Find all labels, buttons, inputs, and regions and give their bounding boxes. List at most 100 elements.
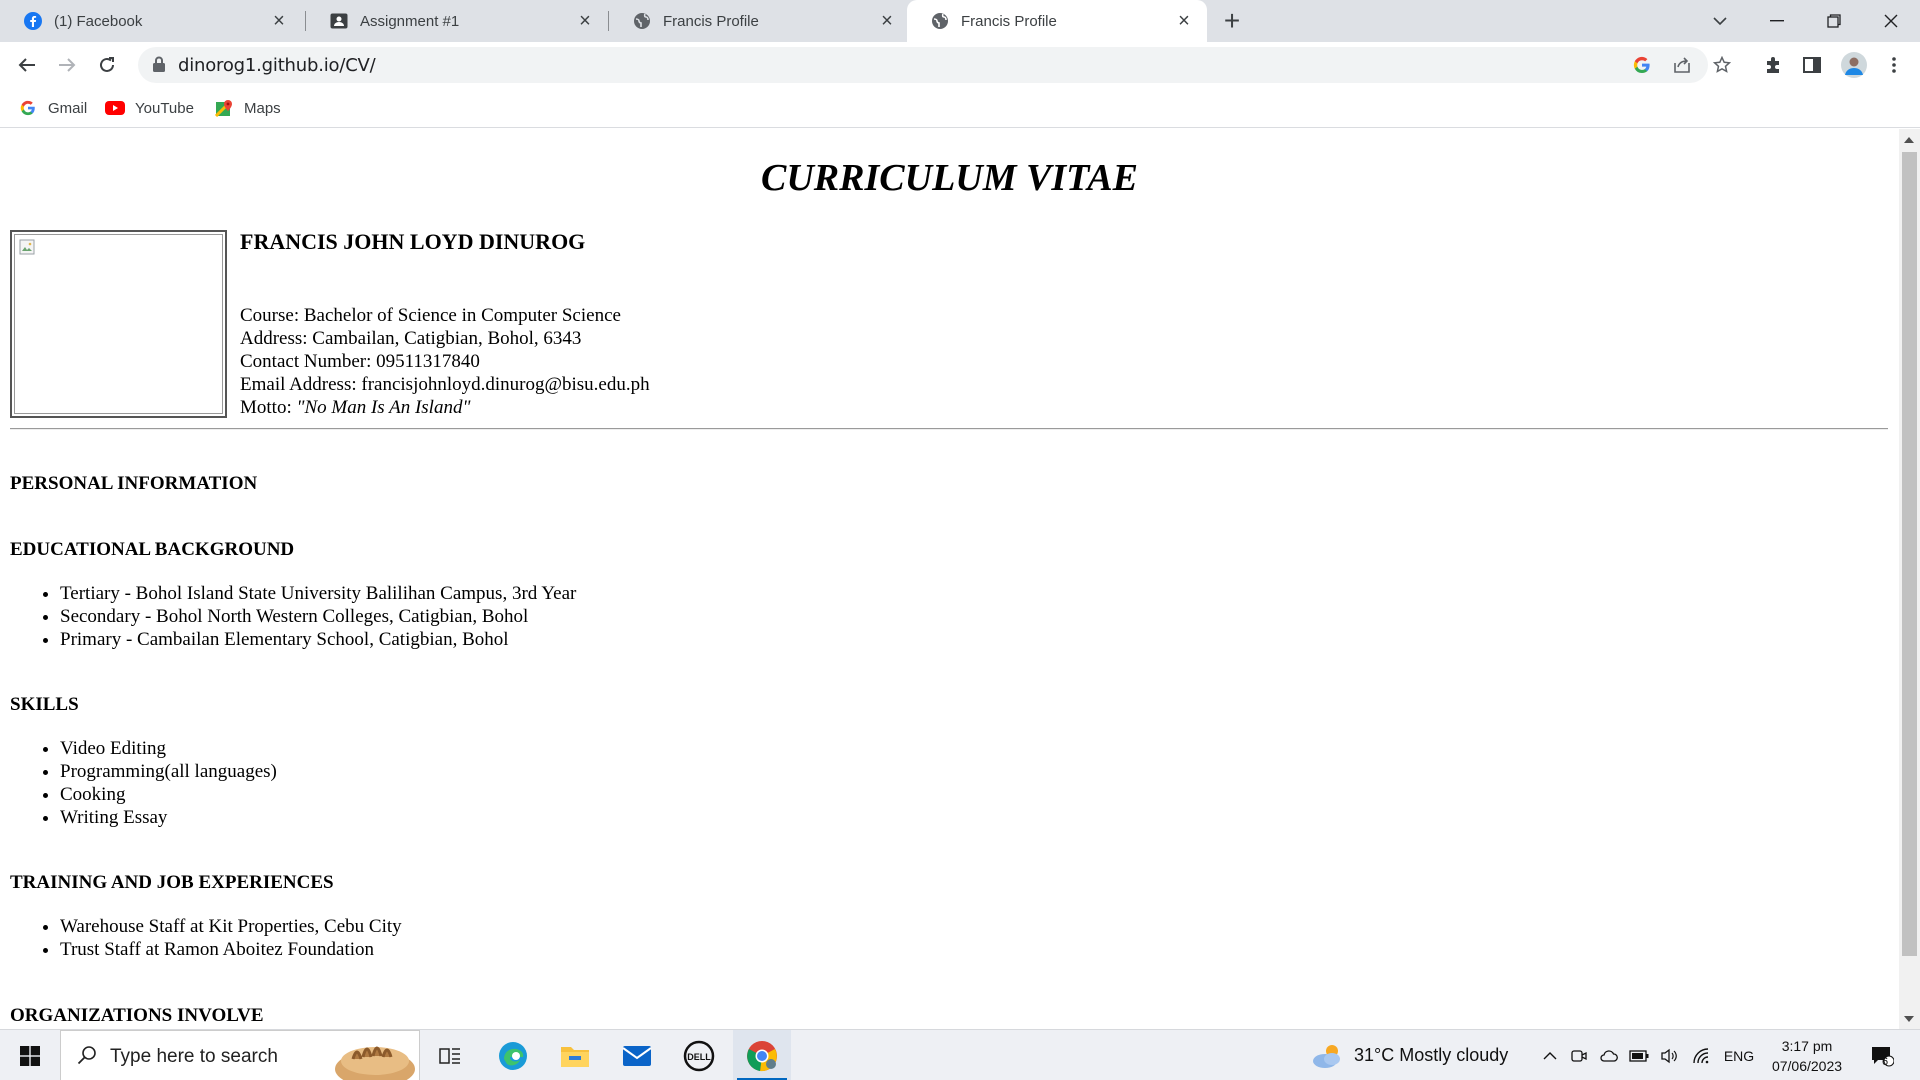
mail-icon bbox=[622, 1045, 652, 1066]
meet-now-tray[interactable] bbox=[1566, 1030, 1592, 1080]
onedrive-tray[interactable] bbox=[1596, 1030, 1622, 1080]
start-button[interactable] bbox=[0, 1030, 60, 1080]
address-bar[interactable]: dinorog1.github.io/CV/ bbox=[138, 47, 1731, 83]
windows-taskbar: Type here to search DELL 31°C Mostly clo… bbox=[0, 1029, 1920, 1080]
back-arrow-icon bbox=[18, 58, 35, 72]
minimize-button[interactable] bbox=[1748, 0, 1805, 42]
bookmark-gmail[interactable]: Gmail bbox=[18, 97, 87, 119]
page-scrollbar[interactable] bbox=[1899, 129, 1920, 1029]
share-icon[interactable] bbox=[1672, 55, 1692, 75]
cloud-sync-icon bbox=[1600, 1049, 1618, 1062]
clock[interactable]: 3:17 pm 07/06/2023 bbox=[1762, 1036, 1852, 1076]
chrome-icon bbox=[747, 1040, 777, 1071]
scrollbar-thumb[interactable] bbox=[1902, 152, 1917, 956]
tab-francis-profile-active[interactable]: Francis Profile × bbox=[907, 0, 1207, 42]
section-training: TRAINING AND JOB EXPERIENCES bbox=[10, 872, 334, 893]
facebook-icon bbox=[24, 12, 42, 30]
profile-photo-frame bbox=[10, 230, 227, 418]
lock-icon[interactable] bbox=[152, 56, 166, 78]
list-item: Primary - Cambailan Elementary School, C… bbox=[60, 628, 576, 651]
language-indicator[interactable]: ENG bbox=[1720, 1030, 1758, 1080]
restore-icon bbox=[1826, 14, 1841, 28]
chevron-up-icon bbox=[1543, 1051, 1557, 1059]
task-view-icon bbox=[439, 1047, 460, 1064]
close-tab-icon[interactable]: × bbox=[270, 11, 288, 31]
google-icon bbox=[18, 100, 38, 116]
scroll-down-arrow-icon[interactable] bbox=[1904, 1016, 1914, 1022]
list-item: Secondary - Bohol North Western Colleges… bbox=[60, 605, 576, 628]
back-button[interactable] bbox=[13, 51, 41, 79]
globe-icon bbox=[633, 12, 651, 30]
notification-center-button[interactable]: 6 bbox=[1864, 1030, 1900, 1080]
list-item: Writing Essay bbox=[60, 806, 277, 829]
taskbar-app-file-explorer[interactable] bbox=[546, 1030, 604, 1080]
close-tab-icon[interactable]: × bbox=[576, 11, 594, 31]
profile-photo bbox=[14, 234, 223, 414]
battery-tray[interactable] bbox=[1626, 1030, 1652, 1080]
speaker-icon bbox=[1661, 1048, 1677, 1063]
list-item: Warehouse Staff at Kit Properties, Cebu … bbox=[60, 915, 402, 938]
notification-count: 6 bbox=[1882, 1056, 1889, 1068]
list-item: Cooking bbox=[60, 783, 277, 806]
tab-search-button[interactable] bbox=[1691, 0, 1748, 42]
google-translate-icon[interactable] bbox=[1632, 55, 1652, 75]
forward-button[interactable] bbox=[53, 51, 81, 79]
extensions-icon[interactable] bbox=[1761, 53, 1785, 77]
divider bbox=[10, 428, 1888, 430]
maps-icon bbox=[214, 100, 234, 117]
dell-icon: DELL bbox=[683, 1040, 715, 1071]
section-educational-background: EDUCATIONAL BACKGROUND bbox=[10, 539, 295, 560]
full-name: FRANCIS JOHN LOYD DINUROG bbox=[240, 229, 586, 254]
motto-label: Motto: bbox=[240, 397, 297, 418]
taskbar-app-dell[interactable]: DELL bbox=[670, 1030, 728, 1080]
section-organizations: ORGANIZATIONS INVOLVE bbox=[10, 1005, 264, 1026]
reload-button[interactable] bbox=[93, 51, 121, 79]
taskbar-app-chrome[interactable] bbox=[733, 1030, 791, 1080]
close-tab-icon[interactable]: × bbox=[1175, 11, 1193, 31]
tab-title: (1) Facebook bbox=[54, 12, 143, 30]
task-view-button[interactable] bbox=[421, 1030, 479, 1080]
taskbar-app-mail[interactable] bbox=[608, 1030, 666, 1080]
bookmark-label: YouTube bbox=[135, 99, 194, 117]
broken-image-icon bbox=[19, 239, 35, 255]
classroom-icon bbox=[330, 12, 348, 30]
minimize-icon bbox=[1769, 20, 1784, 22]
list-item: Trust Staff at Ramon Aboitez Foundation bbox=[60, 938, 402, 961]
email-text: Email Address: francisjohnloyd.dinurog@b… bbox=[240, 374, 650, 395]
side-panel-icon[interactable] bbox=[1800, 53, 1824, 77]
search-placeholder: Type here to search bbox=[110, 1046, 278, 1067]
motto-text: "No Man Is An Island" bbox=[296, 397, 471, 418]
tab-francis-profile[interactable]: Francis Profile × bbox=[609, 0, 910, 42]
reload-icon bbox=[100, 57, 114, 72]
new-tab-button[interactable]: + bbox=[1218, 7, 1246, 36]
contact-info: Course: Bachelor of Science in Computer … bbox=[240, 304, 650, 419]
wifi-tray[interactable] bbox=[1688, 1030, 1714, 1080]
close-window-button[interactable] bbox=[1862, 0, 1919, 42]
list-item: Tertiary - Bohol Island State University… bbox=[60, 582, 576, 605]
search-icon bbox=[77, 1046, 96, 1065]
profile-avatar[interactable] bbox=[1840, 51, 1868, 79]
weather-widget[interactable]: 31°C Mostly cloudy bbox=[1310, 1030, 1508, 1080]
taskbar-app-edge[interactable] bbox=[484, 1030, 542, 1080]
tab-assignment[interactable]: Assignment #1 × bbox=[306, 0, 608, 42]
close-tab-icon[interactable]: × bbox=[878, 11, 896, 31]
taskbar-search-box[interactable]: Type here to search bbox=[60, 1030, 420, 1080]
education-list: Tertiary - Bohol Island State University… bbox=[60, 582, 576, 651]
wifi-icon bbox=[1693, 1047, 1709, 1063]
restore-button[interactable] bbox=[1805, 0, 1862, 42]
page-content: CURRICULUM VITAE FRANCIS JOHN LOYD DINUR… bbox=[0, 129, 1899, 1029]
tab-facebook[interactable]: (1) Facebook × bbox=[0, 0, 302, 42]
bookmark-maps[interactable]: Maps bbox=[214, 97, 281, 119]
show-hidden-icons-button[interactable] bbox=[1536, 1030, 1564, 1080]
bookmark-youtube[interactable]: YouTube bbox=[105, 97, 194, 119]
clock-date: 07/06/2023 bbox=[1771, 1058, 1843, 1074]
address-text: Address: Cambailan, Catigbian, Bohol, 63… bbox=[240, 328, 582, 349]
section-personal-information: PERSONAL INFORMATION bbox=[10, 473, 258, 494]
close-icon bbox=[1884, 14, 1897, 28]
scroll-up-arrow-icon[interactable] bbox=[1904, 137, 1914, 143]
bookmark-star-icon[interactable] bbox=[1712, 55, 1732, 75]
folder-icon bbox=[561, 1046, 589, 1067]
volume-tray[interactable] bbox=[1656, 1030, 1682, 1080]
url-text[interactable]: dinorog1.github.io/CV/ bbox=[178, 55, 376, 76]
chrome-menu-icon[interactable] bbox=[1882, 53, 1906, 77]
